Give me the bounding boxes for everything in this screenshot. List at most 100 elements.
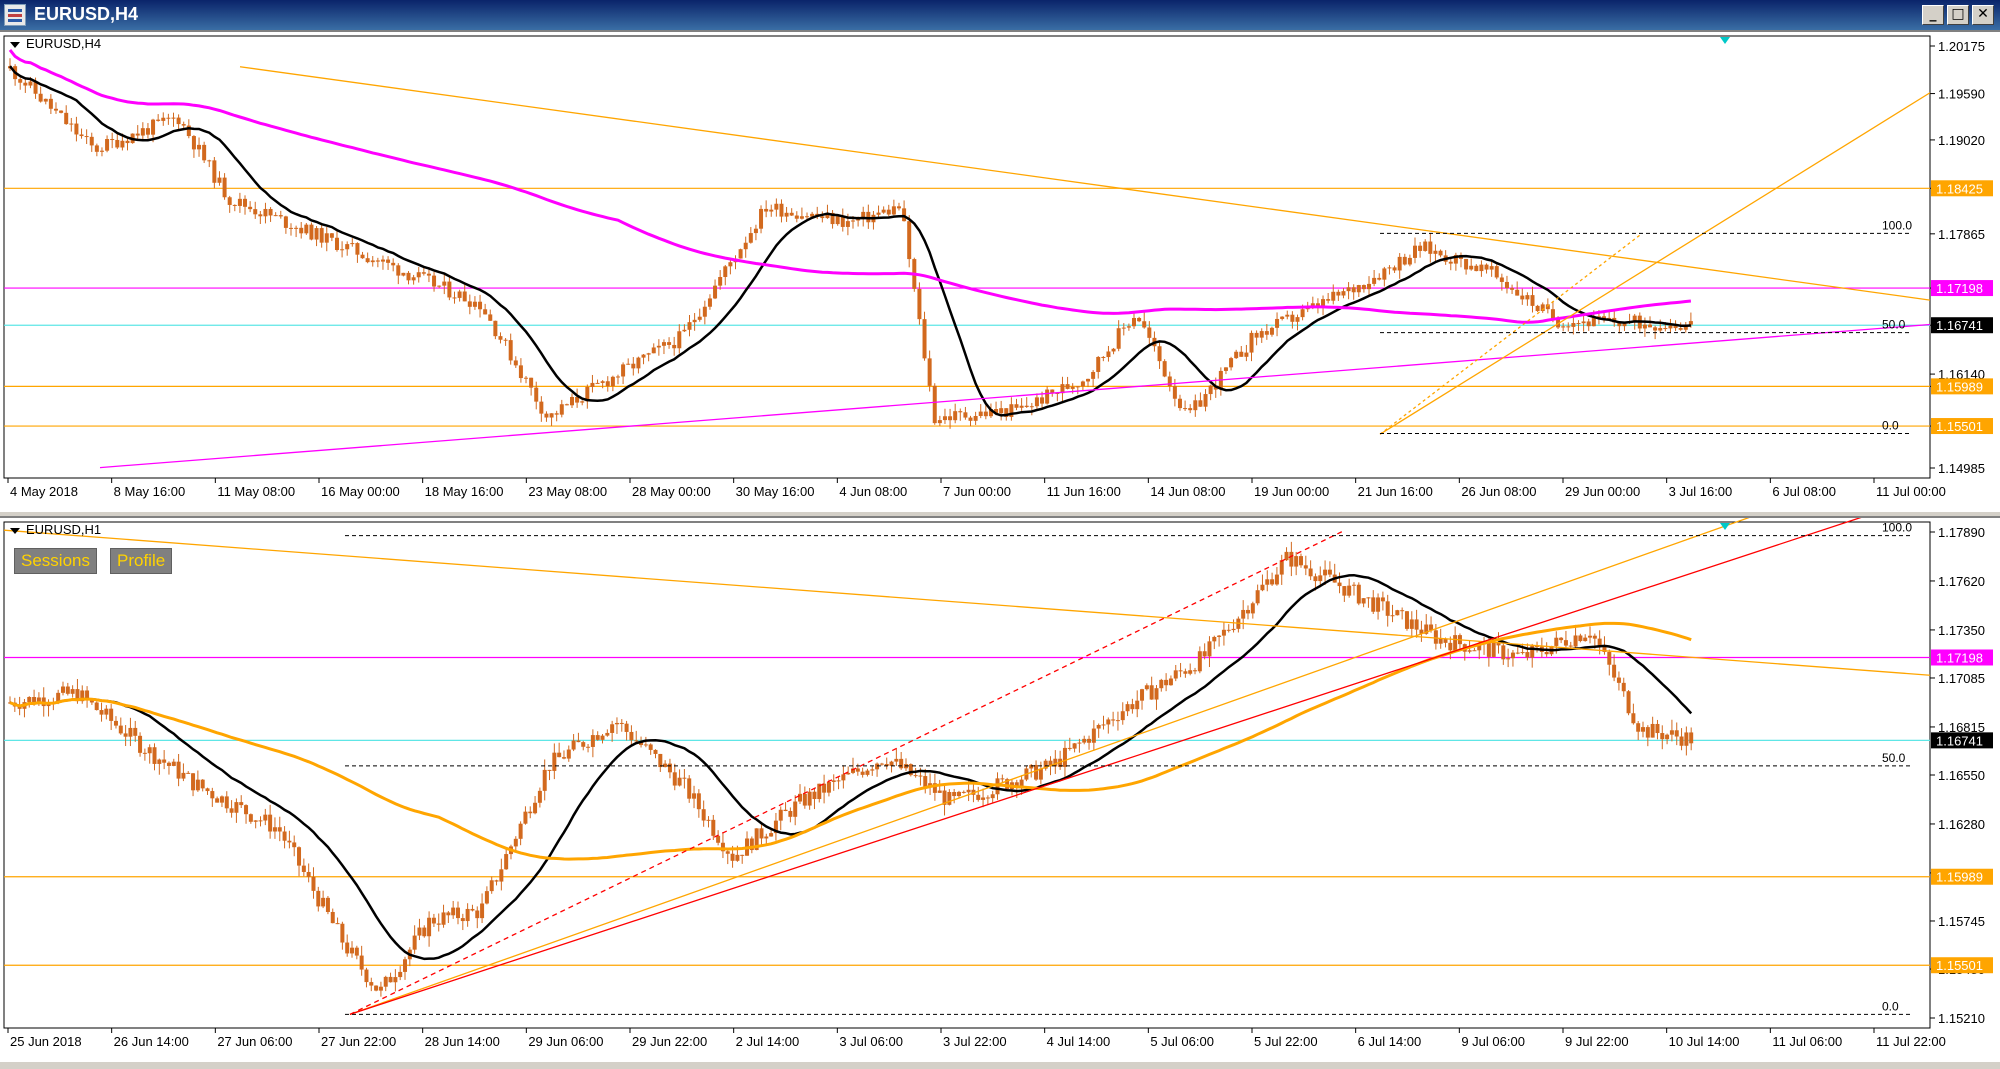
candle-body — [28, 81, 33, 86]
time-axis-label: 21 Jun 16:00 — [1358, 484, 1433, 499]
candle-body — [539, 401, 544, 414]
candle-body — [697, 316, 702, 320]
candle-body — [696, 793, 701, 810]
sessions-button[interactable]: Sessions — [14, 548, 97, 574]
candle-body — [133, 727, 138, 736]
candle-body — [253, 209, 258, 215]
time-axis-label: 11 Jul 22:00 — [1876, 1034, 1946, 1049]
candle-body — [181, 124, 186, 126]
candle-body — [350, 243, 355, 245]
candle-body — [243, 198, 248, 207]
candle-body — [484, 891, 489, 904]
candle-body — [1351, 584, 1356, 586]
candle-body — [948, 416, 953, 421]
profile-button[interactable]: Profile — [110, 548, 173, 574]
candle-body — [1484, 264, 1489, 270]
candle-body — [692, 793, 697, 799]
close-button[interactable]: ✕ — [1972, 5, 1994, 25]
candle-body — [528, 811, 533, 814]
candle-body — [759, 208, 764, 229]
candle-body — [1217, 635, 1222, 637]
candle-body — [334, 237, 339, 251]
candle-body — [1668, 325, 1673, 329]
collapse-triangle-icon[interactable] — [10, 41, 20, 48]
candle-body — [18, 79, 23, 83]
candle-body — [902, 208, 907, 222]
candle-body — [498, 336, 503, 340]
candle-body — [1392, 267, 1397, 271]
candle-body — [1626, 691, 1631, 714]
candle-body — [1172, 386, 1177, 399]
candle-body — [667, 763, 672, 773]
price-tag-label: 1.16741 — [1936, 733, 1983, 748]
time-axis-label: 5 Jul 22:00 — [1254, 1034, 1318, 1049]
maximize-button[interactable]: □ — [1947, 5, 1969, 25]
candle-body — [27, 697, 32, 703]
time-axis-label: 2 Jul 14:00 — [736, 1034, 800, 1049]
time-axis-label: 4 May 2018 — [10, 484, 78, 499]
trend-line — [1379, 234, 1641, 435]
collapse-triangle-icon[interactable] — [10, 527, 20, 534]
candle-body — [1275, 318, 1280, 328]
price-tag-label: 1.16741 — [1936, 318, 1983, 333]
candle-body — [580, 401, 585, 403]
candle-body — [1688, 321, 1693, 325]
price-axis-label: 1.17350 — [1938, 623, 1985, 638]
candle-body — [1356, 285, 1361, 293]
candle-body — [1631, 713, 1636, 724]
candle-body — [335, 923, 340, 925]
candle-body — [1479, 264, 1484, 272]
candle-body — [1342, 586, 1347, 596]
candle-body — [104, 708, 109, 715]
time-axis-label: 6 Jul 14:00 — [1358, 1034, 1422, 1049]
candle-body — [248, 206, 253, 210]
h1-chart-pane[interactable]: 1.17890 1.17620 1.17350 1.17085 1.16815 1.165… — [0, 516, 2000, 1062]
candle-body — [513, 838, 518, 847]
candle-body — [1678, 328, 1683, 330]
h4-chart-pane[interactable]: 1.20175 1.19590 1.19020 1.18425 1.17865 1.171… — [0, 30, 2000, 512]
candle-body — [1168, 678, 1173, 686]
candle-body — [53, 108, 58, 111]
candle-body — [706, 819, 711, 821]
candle-body — [1091, 728, 1096, 743]
candle-body — [865, 770, 870, 775]
price-axis-label: 1.17620 — [1938, 574, 1985, 589]
candle-body — [436, 923, 441, 925]
candle-body — [1448, 261, 1453, 264]
time-axis-label: 14 Jun 08:00 — [1150, 484, 1225, 499]
candle-body — [1062, 747, 1067, 767]
candle-body — [123, 733, 128, 737]
candle-body — [610, 724, 615, 733]
candle-body — [619, 722, 624, 724]
candle-body — [494, 880, 499, 882]
candle-body — [537, 790, 542, 803]
candle-body — [605, 381, 610, 387]
candle-body — [268, 208, 273, 216]
h4-chart-canvas[interactable]: 1.20175 1.19590 1.19020 1.18425 1.17865 1.171… — [0, 32, 2000, 512]
candle-body — [1159, 679, 1164, 689]
candle-body — [783, 809, 788, 812]
candle-body — [1260, 584, 1265, 591]
candle-body — [396, 265, 401, 276]
candle-body — [1000, 778, 1005, 780]
h1-chart-canvas[interactable]: 1.178901.176201.173501.170851.168151.165… — [0, 518, 2000, 1062]
candle-body — [1489, 266, 1494, 270]
candle-body — [831, 780, 836, 782]
minimize-button[interactable]: _ — [1922, 5, 1944, 25]
candle-body — [879, 763, 884, 765]
candle-body — [1655, 723, 1660, 734]
candle-body — [1075, 386, 1080, 388]
candle-body — [1183, 671, 1188, 674]
candle-body — [923, 776, 928, 788]
candle-body — [289, 227, 293, 229]
candle-body — [222, 177, 227, 198]
candle-body — [324, 233, 329, 243]
candle-body — [301, 865, 306, 872]
candle-body — [1111, 348, 1116, 352]
candle-body — [812, 791, 817, 800]
candle-body — [983, 411, 988, 417]
candle-body — [475, 910, 480, 919]
candle-body — [79, 134, 84, 137]
candle-body — [1607, 651, 1612, 665]
candle-body — [1433, 630, 1438, 644]
